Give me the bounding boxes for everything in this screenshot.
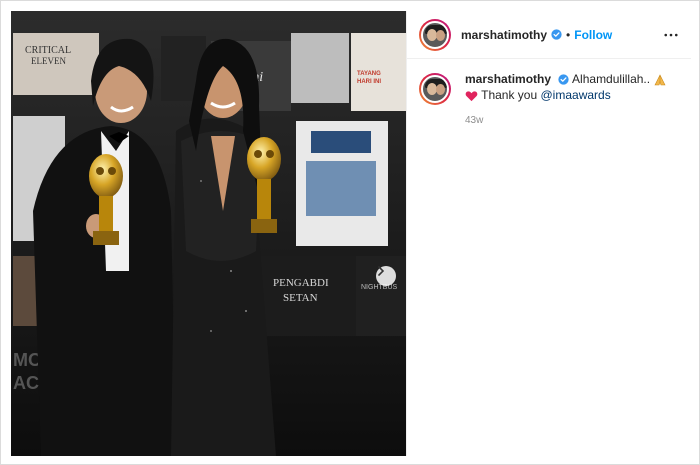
post-photo[interactable]: CRITICAL ELEVEN rtini TAYANG HARI INI PE… [11,11,406,456]
poster-text: NIGHTBUS [361,284,398,291]
caption-line-2: Thank you @imaawards [465,87,667,103]
post-header: marshatimothy • Follow [407,11,691,59]
caption-avatar[interactable] [419,73,451,105]
poster-text: CRITICAL [25,45,71,56]
mention-link[interactable]: @imaawards [541,88,611,102]
poster-text: PENGABDI [273,277,329,289]
verified-badge-icon [558,74,570,85]
separator-dot: • [566,27,571,42]
poster-text: HARI INI [357,79,381,85]
username-link[interactable]: marshatimothy [461,28,547,42]
poster-text: SETAN [283,292,318,304]
caption-thanks-text: Thank you [481,88,541,102]
instagram-post-frame: CRITICAL ELEVEN rtini TAYANG HARI INI PE… [0,0,700,465]
poster-text: ELEVEN [31,56,66,66]
verified-badge-icon [551,29,562,40]
more-options-icon [664,33,678,36]
carousel-next-icon [378,266,385,276]
caption-line-1: marshatimothy Alhamdulillah.. [465,71,667,87]
red-heart-icon [465,91,478,101]
post-details-panel: marshatimothy • Follow marshatimothy Alh… [406,11,691,456]
more-options-button[interactable] [661,25,681,45]
avatar[interactable] [419,18,451,51]
avatar-image [421,75,449,103]
caption-text: Alhamdulillah.. [572,72,651,86]
post-timestamp[interactable]: 43w [465,113,667,129]
poster-text: TAYANG [357,71,381,77]
avatar-image [421,20,449,49]
carousel-next-button[interactable] [376,266,396,286]
photo-illustration: CRITICAL ELEVEN rtini TAYANG HARI INI PE… [11,11,406,456]
follow-button[interactable]: Follow [574,28,612,42]
folded-hands-icon [654,74,666,86]
caption-username-link[interactable]: marshatimothy [465,72,551,86]
caption-comment: marshatimothy Alhamdulillah.. Thank you … [407,59,691,129]
caption-body: marshatimothy Alhamdulillah.. Thank you … [465,71,667,129]
